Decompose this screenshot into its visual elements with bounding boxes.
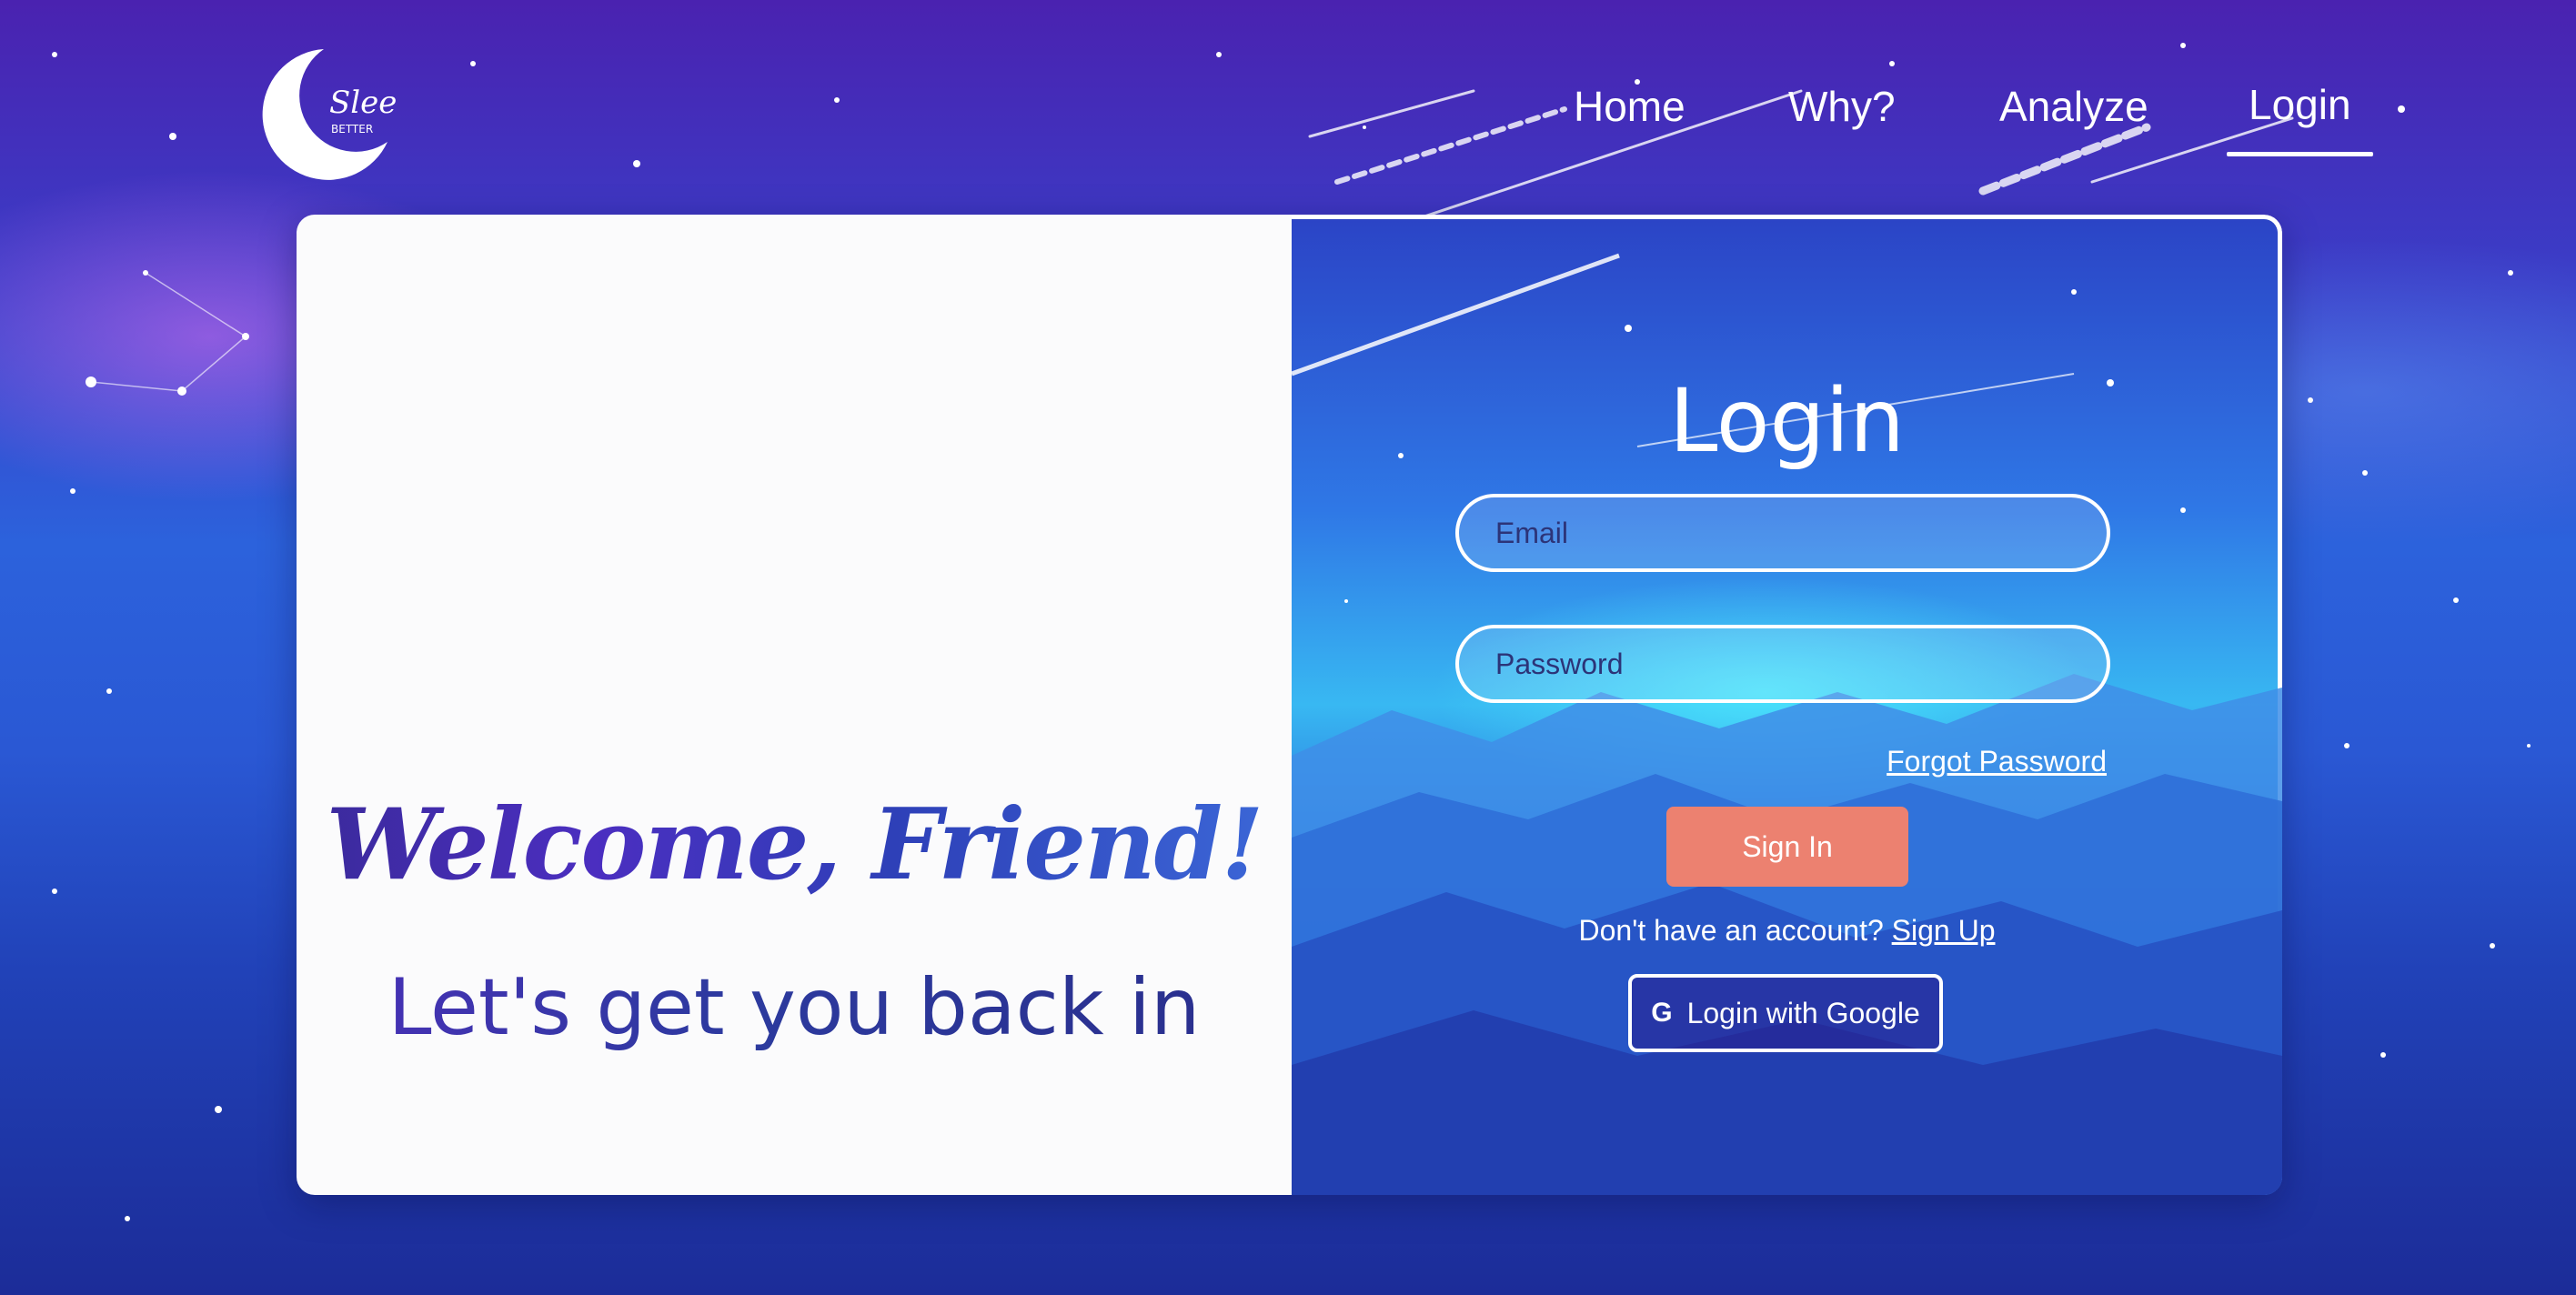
top-navigation: Sleep BETTER Home Why? Analyze Login <box>0 0 2576 182</box>
google-icon: G <box>1651 998 1673 1028</box>
no-account-text: Don't have an account? <box>1578 914 1892 947</box>
welcome-heading: Welcome, Friend! <box>297 788 1292 902</box>
welcome-subheading: Let's get you back in <box>297 962 1292 1053</box>
login-with-google-button[interactable]: G Login with Google <box>1628 974 1943 1052</box>
email-input[interactable] <box>1455 494 2110 572</box>
welcome-panel: Welcome, Friend! Let's get you back in <box>297 215 1292 1195</box>
signup-prompt: Don't have an account? Sign Up <box>1292 914 2282 948</box>
login-panel: Login Forgot Password Sign In Don't have… <box>1292 215 2282 1195</box>
nav-login-link[interactable]: Login <box>2227 80 2373 156</box>
nav-why-link[interactable]: Why? <box>1788 82 1896 131</box>
password-input[interactable] <box>1455 625 2110 703</box>
login-card: Welcome, Friend! Let's get you back in L… <box>297 215 2282 1195</box>
google-button-label: Login with Google <box>1686 996 1920 1029</box>
forgot-password-link[interactable]: Forgot Password <box>1887 745 2107 778</box>
svg-text:Sleep: Sleep <box>329 85 397 121</box>
nav-home-link[interactable]: Home <box>1574 82 1685 131</box>
sign-up-link[interactable]: Sign Up <box>1892 914 1996 947</box>
sign-in-button[interactable]: Sign In <box>1666 807 1908 887</box>
login-heading: Login <box>1669 370 1905 472</box>
nav-analyze-link[interactable]: Analyze <box>1999 82 2148 131</box>
svg-text:BETTER: BETTER <box>331 123 373 136</box>
sleep-better-logo[interactable]: Sleep BETTER <box>251 42 397 187</box>
